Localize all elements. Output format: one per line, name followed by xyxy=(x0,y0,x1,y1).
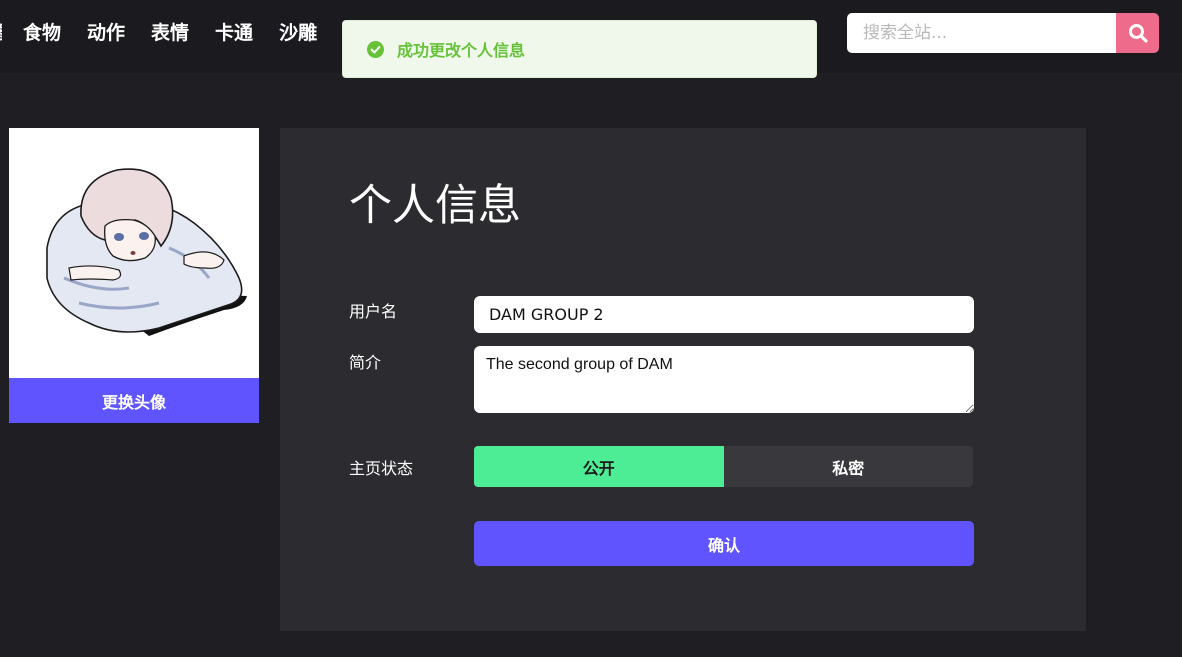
nav-item-food[interactable]: 食物 xyxy=(23,19,61,47)
nav-item-cartoon[interactable]: 卡通 xyxy=(215,19,253,47)
page-title: 个人信息 xyxy=(349,181,521,231)
toast-message: 成功更改个人信息 xyxy=(397,41,526,60)
nav-item-expression[interactable]: 表情 xyxy=(151,19,189,47)
check-circle-icon xyxy=(367,40,384,58)
success-toast: 成功更改个人信息 xyxy=(342,20,817,78)
avatar-image xyxy=(9,128,259,378)
bio-label: 简介 xyxy=(349,353,382,372)
site-search xyxy=(847,13,1159,53)
search-icon xyxy=(1128,24,1148,43)
nav-item-partial[interactable]: 图 xyxy=(0,19,2,47)
nav-item-action[interactable]: 动作 xyxy=(87,19,125,47)
status-label: 主页状态 xyxy=(349,459,414,478)
username-field[interactable] xyxy=(474,296,974,333)
search-input[interactable] xyxy=(847,13,1116,53)
status-public-option[interactable]: 公开 xyxy=(474,446,724,487)
status-private-option[interactable]: 私密 xyxy=(723,446,973,487)
change-avatar-button[interactable]: 更换头像 xyxy=(9,378,259,423)
profile-panel: 个人信息 用户名 简介 The second group of DAM 主页状态… xyxy=(280,128,1086,631)
search-button[interactable] xyxy=(1116,13,1159,53)
avatar-card: 更换头像 xyxy=(9,128,259,423)
bio-field[interactable]: The second group of DAM xyxy=(474,346,974,413)
username-label: 用户名 xyxy=(349,302,398,321)
category-nav: 图 食物 动作 表情 卡通 沙雕 xyxy=(0,19,343,47)
nav-item-funny[interactable]: 沙雕 xyxy=(279,19,317,47)
confirm-button[interactable]: 确认 xyxy=(474,521,974,566)
status-toggle: 公开 私密 xyxy=(474,446,973,487)
